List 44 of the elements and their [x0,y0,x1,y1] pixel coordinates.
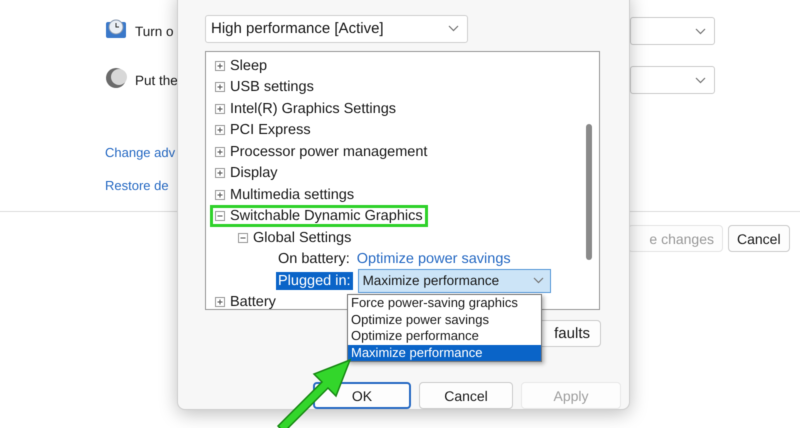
collapse-icon[interactable] [215,211,225,222]
expand-icon[interactable] [215,297,225,308]
button[interactable]: Cancel [728,225,790,252]
expand-icon[interactable] [215,190,225,200]
dropdown-option[interactable]: Force power-saving graphics [348,295,541,312]
clock-icon [105,18,127,38]
tree-item[interactable]: Global Settings [233,226,356,248]
chevron-icon [695,28,706,34]
expand-icon[interactable] [215,125,225,136]
setting-value-link[interactable]: Optimize power savings [356,251,511,268]
dropdown-option[interactable]: Optimize power savings [348,312,541,328]
dropdown-field[interactable] [630,66,715,94]
setting-label[interactable]: Plugged in: [276,272,353,290]
setting-dropdown[interactable]: Maximize performance [358,268,551,293]
expand-icon[interactable] [215,168,225,178]
expand-icon[interactable] [215,146,225,157]
chevron-icon [695,76,706,84]
dropdown-option[interactable]: Maximize performance [348,344,541,361]
tree-item[interactable]: Intel(R) Graphics Settings [210,98,402,120]
dropdown-field[interactable] [630,17,715,45]
link[interactable]: Restore de [105,178,169,193]
chevron-icon [448,25,459,32]
scrollbar-thumb[interactable] [586,124,592,260]
dropdown-option[interactable]: Optimize performance [348,328,541,344]
setting-label: Put the [135,72,178,88]
setting-label[interactable]: On battery: [276,250,352,268]
link[interactable]: Change adv [105,145,176,160]
moon-icon [105,66,127,88]
tree-item[interactable]: Multimedia settings [210,184,360,206]
highlighted-tree-item[interactable]: Switchable Dynamic Graphics [210,205,428,227]
chevron-icon [532,277,544,284]
expand-icon[interactable] [215,82,225,92]
setting-label: Turn o [135,24,174,38]
plan-dropdown[interactable]: High performance [Active] [205,15,468,43]
tree-item[interactable]: PCI Express [210,119,316,141]
button[interactable]: Cancel [419,382,513,409]
tree-item[interactable]: Battery [210,291,281,310]
tree-item[interactable]: Display [210,162,283,184]
collapse-icon[interactable] [238,232,248,243]
expand-icon[interactable] [215,104,225,114]
tree-item[interactable]: Sleep [210,54,272,76]
tree-item[interactable]: Processor power management [210,140,432,162]
expand-icon[interactable] [215,60,225,71]
tree-item[interactable]: USB settings [210,76,319,98]
